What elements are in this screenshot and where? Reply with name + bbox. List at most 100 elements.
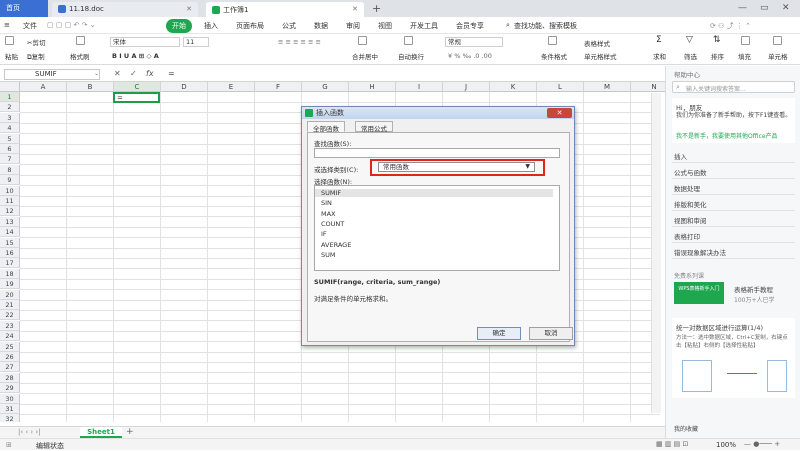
cut-button[interactable]: ✂剪切	[27, 37, 45, 47]
quick-access-icons[interactable]: ▢ ▢ ▢ ↶ ↷ ⌄	[47, 21, 96, 29]
function-list-item[interactable]: MAX	[315, 210, 553, 218]
row-header-19[interactable]: 19	[0, 279, 20, 290]
menu-view[interactable]: 视图	[378, 21, 392, 31]
dialog-close-button[interactable]: ✕	[547, 108, 572, 118]
row-header-11[interactable]: 11	[0, 196, 20, 206]
cell-style-button[interactable]: 单元格样式	[584, 51, 617, 61]
menu-dev-tools[interactable]: 开发工具	[410, 21, 438, 31]
favorites-link[interactable]: 我的收藏	[674, 424, 698, 433]
merge-icon[interactable]	[358, 36, 369, 45]
cond-format-icon[interactable]	[548, 36, 559, 45]
table-style-button[interactable]: 表格样式	[584, 38, 610, 48]
zoom-level[interactable]: 100%	[716, 441, 736, 449]
row-header-10[interactable]: 10	[0, 185, 20, 196]
function-list-item[interactable]: COUNT	[315, 220, 553, 228]
column-header-b[interactable]: B	[67, 82, 114, 92]
help-search-field[interactable]: ⌕ 输入关键词搜索答案...	[672, 81, 795, 93]
confirm-icon[interactable]: ✓	[130, 69, 137, 78]
row-header-14[interactable]: 14	[0, 227, 20, 238]
menu-search[interactable]: 查找功能、搜索模板	[514, 21, 577, 31]
number-format-buttons[interactable]: ¥ % ‰ .0 .00	[448, 52, 492, 60]
ok-button[interactable]: 确定	[477, 327, 521, 340]
menu-start[interactable]: 开始	[166, 19, 192, 33]
view-mode-icons[interactable]: ▦ ▥ ▤ ⊡	[656, 440, 688, 448]
function-search-input[interactable]	[314, 148, 560, 158]
help-section-item[interactable]: 视图和审阅	[674, 215, 707, 225]
row-header-5[interactable]: 5	[0, 133, 20, 144]
column-header-f[interactable]: F	[255, 82, 302, 92]
column-header-n[interactable]: N	[631, 82, 665, 92]
formula-input[interactable]: =	[168, 69, 175, 78]
row-header-20[interactable]: 20	[0, 289, 20, 300]
number-format-select[interactable]: 常规	[445, 37, 503, 47]
row-header-18[interactable]: 18	[0, 268, 20, 279]
tab-workbook[interactable]: 工作簿1 ✕	[206, 2, 364, 17]
column-header-h[interactable]: H	[349, 82, 396, 92]
add-tab-icon[interactable]: +	[372, 2, 381, 15]
row-header-29[interactable]: 29	[0, 383, 20, 394]
row-header-9[interactable]: 9	[0, 175, 20, 186]
sort-button[interactable]: 排序	[711, 51, 724, 61]
font-name-select[interactable]: 宋体	[110, 37, 180, 47]
row-header-30[interactable]: 30	[0, 393, 20, 404]
minimize-icon[interactable]: —	[738, 3, 747, 13]
fill-icon[interactable]	[741, 36, 752, 45]
column-header-l[interactable]: L	[537, 82, 584, 92]
row-header-31[interactable]: 31	[0, 404, 20, 414]
font-style-buttons[interactable]: B I U A ⊞ ◇ A	[112, 52, 159, 60]
tab-home[interactable]: 首页	[0, 0, 48, 17]
cell-button[interactable]: 单元格	[768, 51, 788, 61]
row-header-22[interactable]: 22	[0, 310, 20, 321]
filter-icon[interactable]: ▽	[686, 35, 693, 45]
menu-review[interactable]: 审阅	[346, 21, 360, 31]
row-header-15[interactable]: 15	[0, 237, 20, 248]
fill-button[interactable]: 填充	[738, 51, 751, 61]
menu-formula[interactable]: 公式	[282, 21, 296, 31]
row-header-21[interactable]: 21	[0, 300, 20, 310]
row-header-12[interactable]: 12	[0, 206, 20, 217]
sheet-nav-icons[interactable]: |‹ ‹ › ›|	[18, 428, 41, 436]
select-all-corner[interactable]	[0, 82, 20, 92]
chevron-down-icon[interactable]: ⌄	[94, 70, 99, 77]
help-section-item[interactable]: 表格打印	[674, 231, 700, 241]
maximize-icon[interactable]: ▭	[760, 3, 769, 13]
help-section-item[interactable]: 排版和美化	[674, 199, 707, 209]
column-header-i[interactable]: I	[396, 82, 443, 92]
function-list-item[interactable]: AVERAGE	[315, 241, 553, 249]
merge-center-button[interactable]: 合并居中	[352, 51, 378, 61]
cancel-button[interactable]: 取消	[529, 327, 573, 340]
column-header-d[interactable]: D	[161, 82, 208, 92]
cond-format-button[interactable]: 条件格式	[541, 51, 567, 61]
menu-hamburger-icon[interactable]: ≡	[4, 21, 10, 29]
sum-icon[interactable]: Σ	[656, 35, 662, 45]
close-icon[interactable]: ✕	[186, 5, 192, 13]
menu-insert[interactable]: 插入	[204, 21, 218, 31]
name-box[interactable]: SUMIF	[4, 69, 100, 80]
sum-button[interactable]: 求和	[653, 51, 666, 61]
row-header-2[interactable]: 2	[0, 102, 20, 113]
zoom-slider[interactable]: — ●─── +	[744, 440, 780, 448]
function-list-item[interactable]: IF	[315, 230, 553, 238]
close-icon[interactable]: ✕	[352, 5, 358, 13]
row-header-16[interactable]: 16	[0, 248, 20, 258]
column-header-k[interactable]: K	[490, 82, 537, 92]
menu-member[interactable]: 会员专享	[456, 21, 484, 31]
toolbar-extra-icons[interactable]: ⟳ ⚇ ⤴ ⋮ ⌃	[710, 21, 751, 31]
row-header-28[interactable]: 28	[0, 372, 20, 383]
tab-all-functions[interactable]: 全部函数	[307, 121, 345, 133]
tab-common-formulas[interactable]: 常用公式	[355, 121, 393, 133]
column-header-a[interactable]: A	[20, 82, 67, 92]
column-header-c[interactable]: C	[114, 82, 161, 92]
cell-icon[interactable]	[773, 36, 784, 45]
function-list[interactable]: SUMIF SIN MAX COUNT IF AVERAGE SUM	[314, 185, 560, 271]
row-header-32[interactable]: 32	[0, 414, 20, 422]
row-header-3[interactable]: 3	[0, 112, 20, 123]
sort-icon[interactable]: ⇅	[713, 35, 721, 45]
sheet-tab-sheet1[interactable]: Sheet1	[80, 427, 122, 438]
paste-icon[interactable]	[5, 36, 16, 45]
column-header-e[interactable]: E	[208, 82, 255, 92]
function-list-item[interactable]: SIN	[315, 199, 553, 207]
row-header-23[interactable]: 23	[0, 320, 20, 331]
cancel-icon[interactable]: ✕	[114, 69, 121, 78]
row-header-27[interactable]: 27	[0, 362, 20, 373]
